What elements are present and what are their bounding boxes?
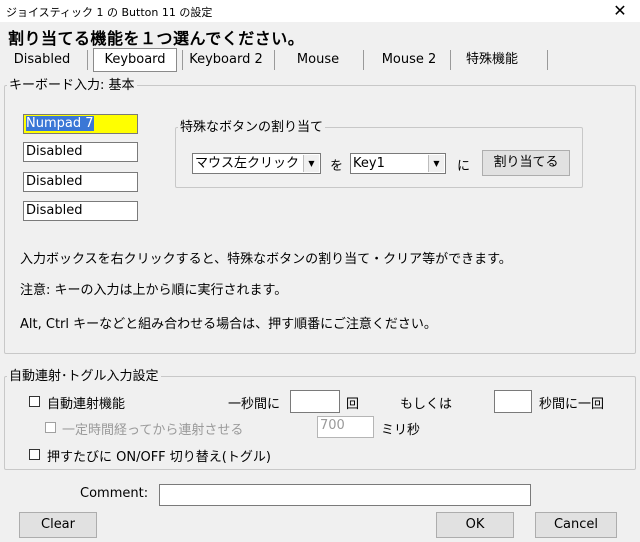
cancel-button[interactable]: Cancel: [535, 512, 617, 538]
keyboard-basic-legend: キーボード入力: 基本: [9, 78, 135, 93]
toggle-label: 押すたびに ON/OFF 切り替え(トグル): [47, 450, 271, 465]
key-target-select[interactable]: Key1 ▼: [350, 153, 446, 174]
comment-input[interactable]: [159, 484, 531, 506]
per-seconds-label: 秒間に一回: [539, 397, 605, 412]
tab-disabled[interactable]: Disabled: [10, 49, 74, 71]
comment-label: Comment:: [80, 486, 149, 501]
ok-button[interactable]: OK: [436, 512, 514, 538]
tab-keyboard[interactable]: Keyboard: [93, 48, 177, 72]
tab-divider: [547, 50, 548, 70]
wo-label: を: [330, 159, 344, 174]
delay-label: 一定時間経ってから連射させる: [62, 423, 244, 438]
tab-divider: [450, 50, 451, 70]
auto-fire-checkbox[interactable]: [29, 396, 40, 407]
auto-fire-legend: 自動連射･トグル入力設定: [9, 369, 159, 384]
tab-divider: [182, 50, 183, 70]
key-input-2[interactable]: Disabled: [23, 142, 138, 162]
tab-mouse[interactable]: Mouse: [290, 49, 346, 71]
close-icon[interactable]: ✕: [606, 0, 634, 22]
tab-divider: [87, 50, 88, 70]
times-label: 回: [346, 397, 360, 412]
auto-fire-label: 自動連射機能: [47, 397, 126, 412]
delay-checkbox[interactable]: [45, 422, 56, 433]
page-title: 割り当てる機能を１つ選んでください。: [8, 29, 305, 48]
ni-label: に: [457, 159, 471, 174]
note-modifier: Alt, Ctrl キーなどと組み合わせる場合は、押す順番にご注意ください。: [20, 317, 437, 332]
chevron-down-icon: ▼: [303, 155, 319, 172]
tab-mouse-2[interactable]: Mouse 2: [376, 49, 442, 71]
tab-divider: [274, 50, 275, 70]
per-second-input[interactable]: [290, 390, 340, 413]
window-title: ジョイスティック 1 の Button 11 の設定: [6, 6, 213, 19]
delay-ms-input[interactable]: 700: [317, 416, 374, 438]
or-label: もしくは: [400, 397, 453, 412]
ms-label: ミリ秒: [381, 423, 421, 438]
seconds-input[interactable]: [494, 390, 532, 413]
toggle-checkbox[interactable]: [29, 449, 40, 460]
key-target-value: Key1: [353, 156, 385, 171]
chevron-down-icon: ▼: [428, 155, 444, 172]
mouse-action-select[interactable]: マウス左クリック ▼: [192, 153, 321, 174]
clear-button[interactable]: Clear: [19, 512, 97, 538]
mouse-action-value: マウス左クリック: [195, 156, 300, 171]
tab-special-functions[interactable]: 特殊機能: [457, 49, 527, 71]
note-order: 注意: キーの入力は上から順に実行されます。: [20, 283, 288, 298]
tab-keyboard-2[interactable]: Keyboard 2: [186, 49, 266, 71]
key-input-4[interactable]: Disabled: [23, 201, 138, 221]
per-second-label: 一秒間に: [228, 397, 281, 412]
key-input-3[interactable]: Disabled: [23, 172, 138, 192]
special-assign-legend: 特殊なボタンの割り当て: [180, 120, 324, 135]
note-right-click: 入力ボックスを右クリックすると、特殊なボタンの割り当て・クリア等ができます。: [20, 252, 512, 267]
key-input-1-value: Numpad 7: [26, 116, 94, 131]
assign-button[interactable]: 割り当てる: [482, 150, 570, 176]
tab-divider: [363, 50, 364, 70]
key-input-1[interactable]: Numpad 7: [23, 114, 138, 134]
